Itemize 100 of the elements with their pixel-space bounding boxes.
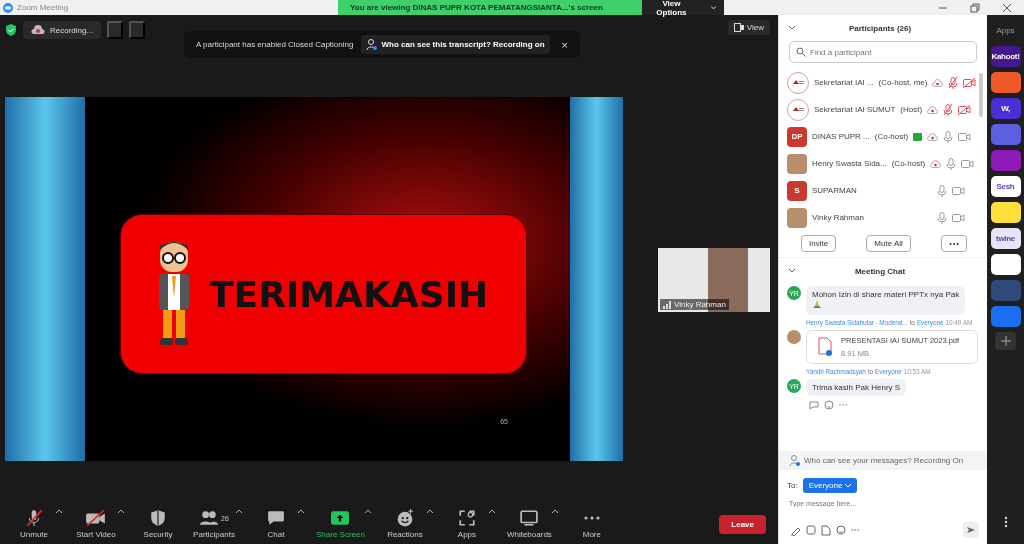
cloud-recording-icon <box>31 25 45 35</box>
logo-avatar-icon <box>787 71 809 94</box>
share-button[interactable]: Share Screen <box>316 509 365 539</box>
screenshot-icon <box>806 525 816 535</box>
panel-title: Meeting Chat <box>853 266 907 276</box>
recipient-dropdown[interactable]: Everyone <box>802 478 857 493</box>
panel-title: Participants (26) <box>847 23 913 33</box>
slide-title: TERIMAKASIH <box>209 273 489 315</box>
send-icon <box>966 525 976 535</box>
apps-icon <box>457 509 476 527</box>
app-icon[interactable] <box>990 254 1021 275</box>
caret-up-icon <box>426 509 433 514</box>
message-bubble: Mohon Izin di share materi PPTx nya Pak <box>806 286 966 315</box>
app-logo-icon <box>3 2 13 13</box>
participant-row[interactable]: Sekretariat IAI ... (Co-host, me) <box>779 69 987 96</box>
participant-row[interactable]: Henry Swasta Sida... (Co-host) <box>779 150 987 177</box>
participant-name: Henry Swasta Sida... <box>812 159 887 168</box>
participant-name: Sekretariat IAI SUMUT <box>814 105 896 114</box>
app-icon[interactable]: twine <box>990 228 1021 249</box>
message-bubble: Trima kasih Pak Henry S <box>806 379 907 396</box>
collapse-caret-icon <box>789 269 795 273</box>
participant-name: DINAS PUPR ... <box>812 132 870 141</box>
pause-button[interactable] <box>107 21 124 39</box>
reply-icon <box>809 400 819 410</box>
people-icon <box>199 509 220 527</box>
chat-bubble-icon <box>267 509 285 527</box>
mic-button[interactable]: Unmute <box>12 509 56 539</box>
caret-up-icon <box>551 509 558 514</box>
caret-up-icon <box>364 509 371 514</box>
participant-name: Sekretariat IAI ... <box>814 78 874 87</box>
view-button[interactable]: View <box>727 20 770 35</box>
caret-icon <box>710 5 716 10</box>
participant-row[interactable]: S SUPARMAN <box>779 177 987 204</box>
screen-share-banner: You are viewing DINAS PUPR KOTA PEMATANGSIANTA...'s screen <box>338 0 642 15</box>
whiteboards-button[interactable]: Whiteboards <box>506 509 552 539</box>
caret-up-icon <box>118 509 124 514</box>
emoji-icon <box>836 525 846 535</box>
pdf-file-icon <box>817 337 833 357</box>
participant-row[interactable]: Vinky Rahman <box>779 204 987 231</box>
window-title: Zoom Meeting <box>17 3 69 12</box>
send-button[interactable] <box>963 522 979 538</box>
app-icon[interactable]: W, <box>990 98 1021 119</box>
logo-avatar-icon <box>787 98 809 121</box>
initials-avatar: S <box>787 180 807 201</box>
plus-icon <box>1000 336 1011 346</box>
shield-icon <box>149 509 167 527</box>
caret-up-icon <box>298 509 304 514</box>
person-icon <box>366 39 378 50</box>
avatar-photo-placeholder <box>787 207 807 228</box>
notification-text: A participant has enabled Closed Captioning <box>196 40 354 49</box>
recording-indicator: Recording... <box>23 21 102 39</box>
caret-up-icon <box>488 509 495 514</box>
close-icon <box>1002 2 1012 13</box>
view-options-button[interactable]: View Options <box>642 0 724 15</box>
to-label: To: <box>787 481 798 490</box>
avatar-photo-placeholder <box>787 153 807 174</box>
more-button[interactable] <box>941 235 967 252</box>
video-button[interactable]: Start Video <box>74 509 118 539</box>
search-icon <box>796 47 806 57</box>
file-icon <box>821 524 831 536</box>
participant-name-label: Vinky Rahman <box>660 299 729 310</box>
caret-up-icon <box>56 509 62 514</box>
smiley-icon <box>395 509 414 527</box>
initials-avatar: DP <box>787 126 807 147</box>
security-button[interactable]: Security <box>136 509 180 539</box>
signal-icon <box>663 300 671 309</box>
app-icon[interactable]: Sesh <box>990 176 1021 197</box>
participant-name: SUPARMAN <box>812 186 857 195</box>
transcript-privacy-link[interactable]: Who can see this transcript? Recording on <box>361 35 550 54</box>
participant-row[interactable]: DP DINAS PUPR ... (Co-host) <box>779 123 987 150</box>
collapse-caret-icon <box>789 26 795 30</box>
search-field[interactable]: Find a participant <box>789 41 977 63</box>
app-icon[interactable]: Kahoot! <box>990 46 1021 67</box>
caret-up-icon <box>236 509 242 514</box>
more-dots-icon <box>949 242 959 246</box>
apps-button[interactable]: Apps <box>444 509 489 539</box>
panel-button[interactable]: Mute All <box>866 235 911 252</box>
share-screen-icon <box>330 509 351 527</box>
add-reaction-icon <box>824 400 834 410</box>
whiteboard-icon <box>520 509 539 527</box>
more-button[interactable]: More <box>569 509 614 539</box>
stop-button[interactable] <box>129 21 146 39</box>
participant-name: Vinky Rahman <box>812 213 864 222</box>
reactions-button[interactable]: Reactions <box>382 509 427 539</box>
participant-role: (Co-host) <box>874 132 909 141</box>
more-dots-icon <box>582 516 601 520</box>
add-app-button[interactable] <box>995 332 1016 350</box>
panel-button[interactable]: Invite <box>801 235 837 252</box>
restore-icon <box>970 2 980 13</box>
participant-row[interactable]: Sekretariat IAI SUMUT (Host) <box>779 96 987 123</box>
participant-role: (Host) <box>900 105 923 114</box>
more-vertical-icon <box>1003 516 1008 528</box>
scrollbar[interactable] <box>979 73 983 117</box>
avatar-photo-placeholder <box>787 330 801 344</box>
chat-button[interactable]: Chat <box>254 509 298 539</box>
close-button[interactable]: × <box>557 38 573 51</box>
caret-icon <box>844 484 851 488</box>
app-icon[interactable] <box>990 202 1021 223</box>
layout-icon <box>733 23 744 32</box>
leave-button[interactable]: Leave <box>719 514 766 534</box>
